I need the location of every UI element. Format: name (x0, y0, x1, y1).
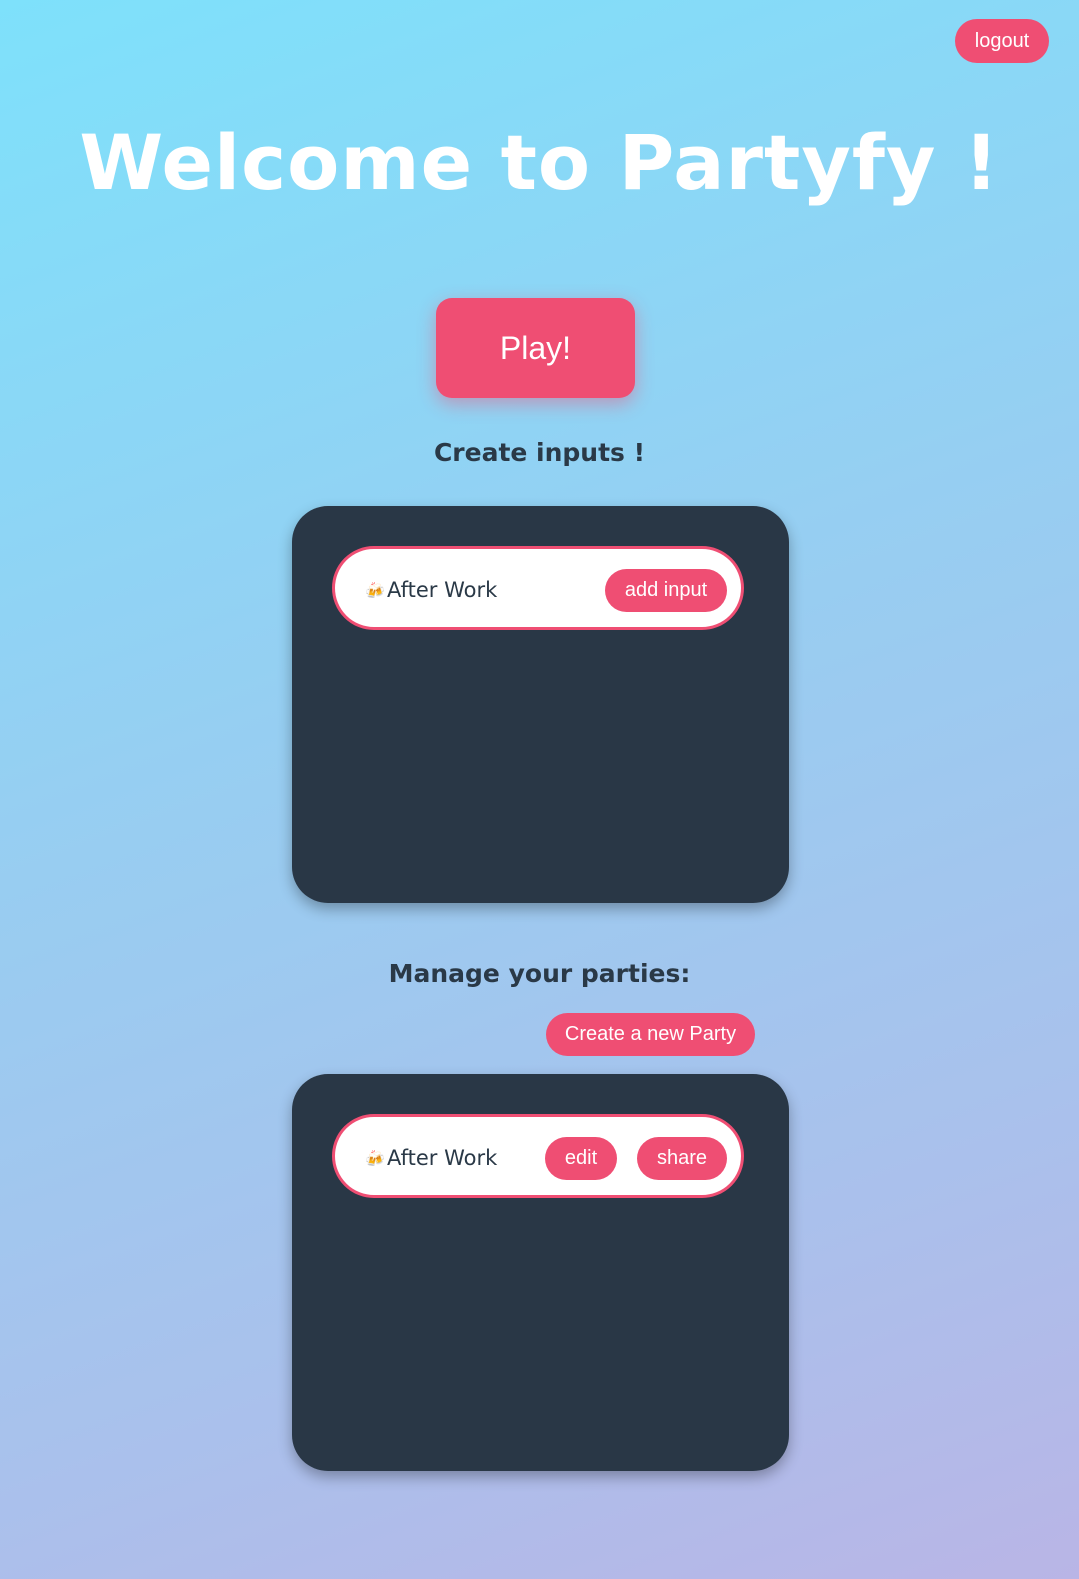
logout-button[interactable]: logout (955, 19, 1049, 63)
share-button[interactable]: share (637, 1137, 727, 1180)
create-inputs-heading: Create inputs ! (433, 438, 646, 467)
edit-button[interactable]: edit (545, 1137, 617, 1180)
party-name: After Work (387, 578, 498, 602)
list-item: 🍻 After Work add input (332, 546, 744, 630)
page-title: Welcome to Partyfy ! (79, 118, 1000, 207)
list-item: 🍻 After Work edit share (332, 1114, 744, 1198)
parties-panel: 🍻 After Work edit share (292, 1074, 789, 1471)
add-input-button[interactable]: add input (605, 569, 727, 612)
beer-mugs-icon: 🍻 (365, 581, 385, 600)
create-party-button[interactable]: Create a new Party (546, 1013, 755, 1056)
inputs-panel: 🍻 After Work add input (292, 506, 789, 903)
beer-mugs-icon: 🍻 (365, 1149, 385, 1168)
manage-parties-heading: Manage your parties: (388, 959, 691, 988)
party-name: After Work (387, 1146, 498, 1170)
play-button[interactable]: Play! (436, 298, 635, 398)
